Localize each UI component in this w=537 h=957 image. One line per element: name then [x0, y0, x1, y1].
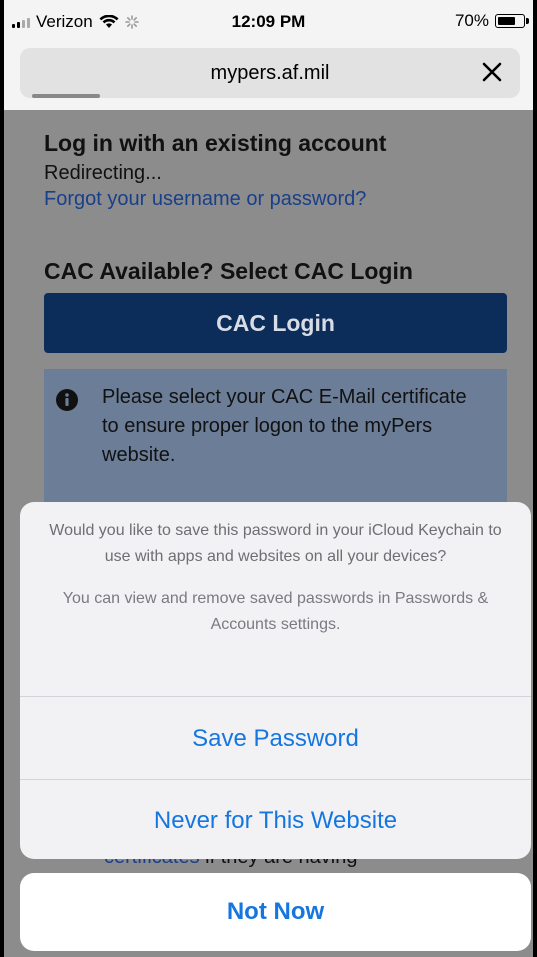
forgot-credentials-link[interactable]: Forgot your username or password?: [44, 188, 509, 211]
never-for-website-button[interactable]: Never for This Website: [20, 781, 531, 859]
sheet-divider: [20, 696, 531, 697]
sheet-note: You can view and remove saved passwords …: [62, 590, 489, 633]
status-time: 12:09 PM: [231, 12, 306, 31]
cac-heading: CAC Available? Select CAC Login: [44, 258, 413, 284]
close-icon[interactable]: [476, 56, 508, 88]
sheet-question: Would you like to save this password in …: [49, 522, 502, 565]
save-password-button[interactable]: Save Password: [20, 699, 531, 779]
sheet-message: Would you like to save this password in …: [20, 518, 531, 638]
battery-percent: 70%: [454, 11, 489, 30]
info-box: Please select your CAC E-Mail certificat…: [44, 369, 507, 509]
status-bar: Verizon 12:09 PM 70%: [4, 0, 533, 40]
battery-icon: [495, 14, 529, 28]
url-text[interactable]: mypers.af.mil: [20, 62, 520, 85]
url-bar[interactable]: mypers.af.mil: [20, 48, 520, 98]
sheet-divider: [20, 779, 531, 780]
info-text: Please select your CAC E-Mail certificat…: [102, 386, 467, 466]
cac-login-button[interactable]: CAC Login: [44, 293, 507, 353]
status-right: 70%: [454, 11, 529, 31]
not-now-button[interactable]: Not Now: [20, 873, 531, 951]
page-load-progress: [32, 94, 100, 98]
phone-screen: Verizon 12:09 PM 70% mypers.af.mil Log i…: [4, 0, 533, 957]
login-heading: Log in with an existing account: [44, 130, 387, 156]
info-icon: [56, 389, 78, 411]
redirecting-text: Redirecting...: [44, 162, 162, 184]
save-password-sheet: Would you like to save this password in …: [20, 502, 531, 859]
